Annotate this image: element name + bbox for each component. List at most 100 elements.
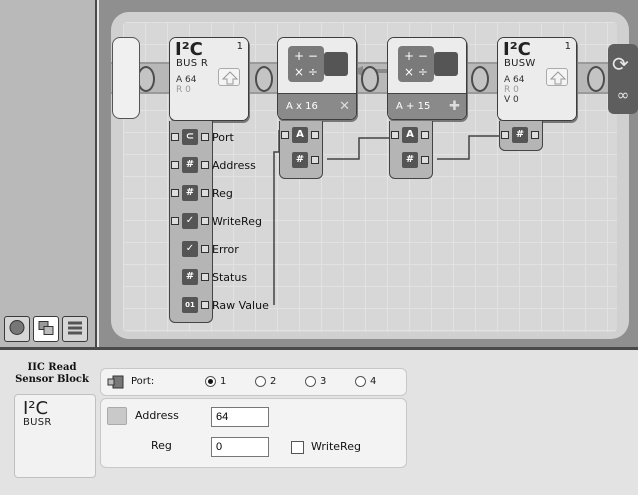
output-plug[interactable] (201, 189, 209, 197)
infinity-icon: ∞ (616, 86, 630, 104)
radio-label: 2 (270, 376, 277, 387)
circle-icon (9, 320, 25, 339)
port-radio-3[interactable]: 3 (305, 376, 326, 387)
block-number: 1 (236, 41, 243, 52)
input-plug[interactable] (171, 161, 179, 169)
boolean-icon: ✓ (182, 241, 198, 257)
radio-selected-icon[interactable] (205, 376, 216, 387)
radio-label: 3 (320, 376, 327, 387)
input-plug[interactable] (391, 131, 399, 139)
math-tab (324, 52, 348, 76)
output-plug[interactable] (421, 156, 429, 164)
math2-plug-a[interactable]: A (391, 126, 429, 144)
math2-plug-result[interactable]: # (402, 151, 429, 169)
common-palette-tab[interactable] (4, 316, 30, 342)
plug-label: Address (212, 158, 256, 172)
input-plug[interactable] (171, 217, 179, 225)
data-plug-reg[interactable]: # Reg (171, 184, 233, 202)
list-icon (67, 320, 83, 339)
bus-label: BUS R (176, 58, 209, 69)
output-plug[interactable] (311, 156, 319, 164)
bus-label: BUSR (23, 417, 52, 428)
radio-label: 4 (370, 376, 377, 387)
math-expression: A x 16 (286, 101, 318, 112)
output-plug[interactable] (311, 131, 319, 139)
beam-connector (255, 66, 273, 92)
number-icon: # (402, 152, 418, 168)
palette-tabs (4, 316, 94, 342)
data-plug-error[interactable]: ✓ Error (182, 240, 239, 258)
plug-label: Reg (212, 186, 233, 200)
plug-label: Error (212, 242, 239, 256)
beam-connector (471, 66, 489, 92)
math-tab (434, 52, 458, 76)
address-field[interactable] (211, 407, 269, 427)
output-plug[interactable] (201, 217, 209, 225)
address-swatch (107, 407, 127, 425)
custom-palette-tab[interactable] (62, 316, 88, 342)
input-plug[interactable] (171, 189, 179, 197)
port-radio-2[interactable]: 2 (255, 376, 276, 387)
writereg-checkbox[interactable] (291, 441, 304, 454)
input-plug[interactable] (281, 131, 289, 139)
port-radio-4[interactable]: 4 (355, 376, 376, 387)
upload-arrow-icon (546, 68, 568, 86)
data-plug-address[interactable]: # Address (171, 156, 256, 174)
number-a-icon: A (402, 127, 418, 143)
math-block-add[interactable]: + − × ÷ A + 15 ✚ (387, 37, 467, 120)
math1-plug-result[interactable]: # (292, 151, 319, 169)
i2c-logo: I²C (503, 39, 531, 60)
i2c-logo: I²C (175, 39, 203, 60)
i2c-write-block[interactable]: I²C BUSW 1 A 64 R 0 V 0 (497, 37, 577, 121)
output-plug[interactable] (201, 161, 209, 169)
write-plug-value[interactable]: # (501, 126, 539, 144)
output-plug[interactable] (421, 131, 429, 139)
math-block-multiply[interactable]: + − × ÷ A x 16 ✕ (277, 37, 357, 120)
binary-icon: 01 (182, 297, 198, 313)
number-icon: # (182, 157, 198, 173)
radio-icon[interactable] (305, 376, 316, 387)
reg-readout: R 0 (176, 85, 191, 95)
address-label: Address (135, 409, 179, 422)
i2c-read-block[interactable]: I²C BUS R 1 A 64 R 0 (169, 37, 249, 121)
input-plug[interactable] (171, 133, 179, 141)
value-readout: V 0 (504, 95, 519, 105)
program-canvas[interactable]: ⟳ ∞ I²C BUS R 1 A 64 R 0 + − × ÷ A x 16 ✕… (99, 0, 638, 347)
number-icon: # (512, 127, 528, 143)
reg-label: Reg (151, 439, 172, 452)
boolean-icon: ✓ (182, 213, 198, 229)
port-icon: ⊂ (182, 129, 198, 145)
data-plug-raw-value[interactable]: 01 Raw Value (182, 296, 269, 314)
output-plug[interactable] (201, 133, 209, 141)
radio-icon[interactable] (355, 376, 366, 387)
output-plug[interactable] (531, 131, 539, 139)
data-plug-status[interactable]: # Status (182, 268, 247, 286)
bus-label: BUSW (504, 58, 536, 69)
math1-plug-a[interactable]: A (281, 126, 319, 144)
output-plug[interactable] (201, 301, 209, 309)
calculator-icon: + − × ÷ (398, 46, 434, 82)
plug-label: Port (212, 130, 234, 144)
data-plug-writereg[interactable]: ✓ WriteReg (171, 212, 262, 230)
output-plug[interactable] (201, 273, 209, 281)
port-icon (107, 374, 125, 393)
port-radio-1[interactable]: 1 (205, 376, 226, 387)
block-footer: A x 16 ✕ (278, 93, 356, 119)
block-footer: A + 15 ✚ (388, 93, 466, 119)
radio-label: 1 (220, 376, 227, 387)
reg-field[interactable] (211, 437, 269, 457)
port-setting: Port: 1 2 3 4 (100, 368, 407, 396)
loop-icon: ⟳ (612, 52, 629, 76)
data-plug-port[interactable]: ⊂ Port (171, 128, 234, 146)
output-plug[interactable] (201, 245, 209, 253)
calculator-icon: + − × ÷ (288, 46, 324, 82)
loop-start-cap[interactable] (112, 37, 140, 119)
radio-icon[interactable] (255, 376, 266, 387)
input-plug[interactable] (501, 131, 509, 139)
number-a-icon: A (292, 127, 308, 143)
loop-end-cap[interactable]: ⟳ ∞ (608, 44, 638, 114)
block-number: 1 (564, 41, 571, 52)
complete-palette-tab[interactable] (33, 316, 59, 342)
plug-label: Status (212, 270, 248, 284)
beam-connector (587, 66, 605, 92)
